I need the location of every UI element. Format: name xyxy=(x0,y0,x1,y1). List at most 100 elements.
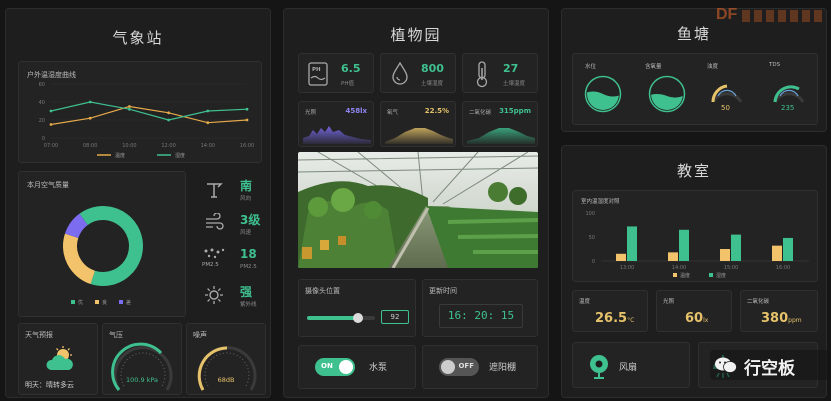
pie-slice xyxy=(63,233,96,285)
soil-temp-label: 土壤温度 xyxy=(503,81,526,87)
x-tick-label: 12:00 xyxy=(161,143,175,149)
legend-swatch xyxy=(673,273,677,277)
x-tick-label: 16:00 xyxy=(240,143,254,149)
camera-slider[interactable] xyxy=(307,313,375,323)
y-tick-label: 60 xyxy=(39,82,45,88)
ph-value: 6.5 xyxy=(341,62,361,75)
data-point xyxy=(88,116,92,120)
update-time-value: 16: 20: 15 xyxy=(439,304,523,328)
indoor-bar-chart: 100 50 0 13:00 14:00 15:00 16:00 温度 湿度 xyxy=(585,211,809,279)
pie-slice xyxy=(79,206,143,286)
camera-label: 摄像头位置 xyxy=(305,287,340,295)
df-logo-text: DF xyxy=(716,6,738,23)
classroom-title: 教室 xyxy=(676,162,711,180)
bar xyxy=(772,245,782,261)
shade-card: OFF 遮阳棚 xyxy=(422,345,538,389)
pm25-icon-text: PM2.5 xyxy=(202,262,219,268)
indoor-chart-card: 室内温湿度对照 100 50 0 13:00 14:00 15:00 16:00 温度 湿度 xyxy=(572,190,818,282)
bar xyxy=(679,229,689,261)
noise-value: 68dB xyxy=(217,376,235,384)
soil-humidity-card: 800 土壤湿度 xyxy=(380,53,456,93)
ph-card: PH 6.5 PH值 xyxy=(298,53,374,93)
pie-slice xyxy=(64,213,89,239)
temp-humidity-card: 户外温湿度曲线 60 40 20 0 07:00 08:00 10:00 12:00 14:00… xyxy=(18,61,262,163)
df-logo-bars xyxy=(742,10,822,22)
update-label: 更新时间 xyxy=(429,287,457,295)
camera-slider-fill xyxy=(307,316,356,320)
pump-card: ON 水泵 xyxy=(298,345,416,389)
legend-swatch xyxy=(709,273,713,277)
legend-swatch xyxy=(71,300,75,304)
pump-toggle-knob xyxy=(339,360,353,374)
bar xyxy=(731,234,741,261)
weather-title: 气象站 xyxy=(112,29,164,47)
bar xyxy=(627,226,637,261)
data-point xyxy=(245,118,249,122)
shade-label: 遮阳棚 xyxy=(489,363,517,373)
oxygen-value: 22.5% xyxy=(424,107,449,115)
camera-value-box[interactable]: 92 xyxy=(381,310,409,324)
data-point xyxy=(245,107,249,111)
forecast-card: 天气预报 明天：晴转多云 xyxy=(18,323,98,395)
legend-label: 湿度 xyxy=(175,152,185,159)
bar xyxy=(616,253,626,261)
x-tick-label: 16:00 xyxy=(776,265,790,271)
light-label: 光照 xyxy=(305,110,317,116)
legend-label: 温度 xyxy=(680,272,690,279)
uv-value: 强 xyxy=(240,285,253,299)
camera-position-card: 摄像头位置 92 xyxy=(298,279,416,337)
uv-label: 紫外线 xyxy=(240,302,257,308)
pressure-gauge xyxy=(111,342,173,391)
wind-speed-label: 风速 xyxy=(240,230,252,236)
data-point xyxy=(49,109,53,113)
soil-humidity-label: 土壤湿度 xyxy=(421,81,444,87)
x-tick-label: 14:00 xyxy=(201,143,215,149)
turbidity-value: 50 xyxy=(721,104,730,112)
wind-speed-metric: 3级 风速 xyxy=(198,209,268,241)
data-point xyxy=(206,109,210,113)
weather-panel: 气象站 户外温湿度曲线 60 40 20 0 07:00 08:00 10:00 12:00 1… xyxy=(5,8,271,398)
legend-label: 温度 xyxy=(115,152,125,159)
greenhouse-camera-feed xyxy=(298,152,538,268)
class-light-value: 60lx xyxy=(685,311,708,326)
class-co2-unit: ppm xyxy=(788,317,802,324)
air-quality-card: 本月空气质量 优良差 xyxy=(18,171,186,317)
forecast-label: 天气预报 xyxy=(25,331,53,339)
legend-label: 差 xyxy=(126,299,131,306)
data-point xyxy=(206,121,210,125)
shade-toggle-state: OFF xyxy=(458,362,474,370)
wind-speed-value: 3级 xyxy=(240,213,261,227)
camera-slider-handle[interactable] xyxy=(353,313,363,323)
oxygen-level-gauge xyxy=(648,75,686,113)
class-co2-value: 380ppm xyxy=(761,311,802,326)
water-level-gauge xyxy=(584,75,622,113)
fan-icon xyxy=(590,355,608,379)
uv-metric: 强 紫外线 xyxy=(198,281,268,313)
oxygen-level-label: 含氧量 xyxy=(645,64,662,70)
co2-sparkline xyxy=(467,128,535,144)
fan-card[interactable]: 风扇 xyxy=(572,342,690,388)
pump-toggle[interactable]: ON xyxy=(315,358,355,376)
ph-label: PH值 xyxy=(341,81,354,87)
class-co2-card: 二氧化碳 380ppm xyxy=(740,290,818,332)
oxygen-label: 氧气 xyxy=(387,110,399,116)
pm25-metric: PM2.5 18 PM2.5 xyxy=(198,245,268,277)
co2-card: 二氧化碳 315ppm xyxy=(462,101,538,147)
wind-dir-metric: 南 风向 xyxy=(198,175,268,207)
water-drop-icon xyxy=(392,61,408,85)
air-quality-chart: 优良差 xyxy=(63,206,143,306)
tds-value: 235 xyxy=(781,104,795,112)
pm25-icon xyxy=(204,248,225,259)
soil-temp-card: 27 土壤温度 xyxy=(462,53,538,93)
light-sparkline xyxy=(303,126,371,144)
pm25-value: 18 xyxy=(240,247,257,261)
wind-dir-label: 风向 xyxy=(240,196,252,202)
turbidity-label: 浊度 xyxy=(707,64,719,70)
class-temp-number: 26.5 xyxy=(595,311,628,326)
class-light-card: 光照 60lx xyxy=(656,290,732,332)
df-logo-watermark: DF xyxy=(716,4,830,30)
series-line-0 xyxy=(50,105,248,126)
shade-toggle[interactable]: OFF xyxy=(439,358,479,376)
x-tick-label: 08:00 xyxy=(83,143,97,149)
oxygen-sparkline xyxy=(385,128,453,144)
